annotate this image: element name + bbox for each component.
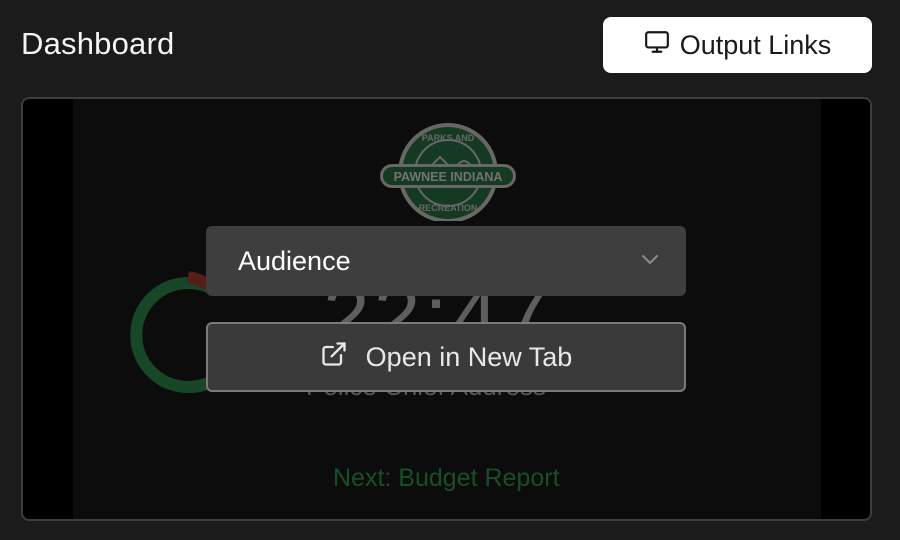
output-links-label: Output Links: [679, 29, 832, 60]
external-link-icon: [320, 340, 348, 375]
svg-text:RECREATION: RECREATION: [419, 203, 478, 213]
output-links-button[interactable]: Output Links: [603, 17, 872, 73]
monitor-icon: [644, 29, 670, 62]
audience-select-value: Audience: [238, 245, 351, 276]
preview-content: PAWNEE INDIANA PARKS AND RECREATION 22:4…: [23, 99, 870, 519]
svg-text:PAWNEE INDIANA: PAWNEE INDIANA: [394, 170, 503, 184]
output-preview: PAWNEE INDIANA PARKS AND RECREATION 22:4…: [21, 97, 872, 521]
audience-select[interactable]: Audience: [206, 226, 686, 296]
page-title: Dashboard: [21, 26, 175, 61]
next-agenda-item: Next: Budget Report: [333, 464, 560, 492]
svg-text:PARKS AND: PARKS AND: [422, 133, 475, 143]
parks-logo: PAWNEE INDIANA PARKS AND RECREATION: [380, 123, 516, 221]
chevron-down-icon: [638, 247, 662, 276]
open-in-new-tab-button[interactable]: Open in New Tab: [206, 322, 686, 392]
open-in-new-tab-label: Open in New Tab: [365, 341, 573, 372]
